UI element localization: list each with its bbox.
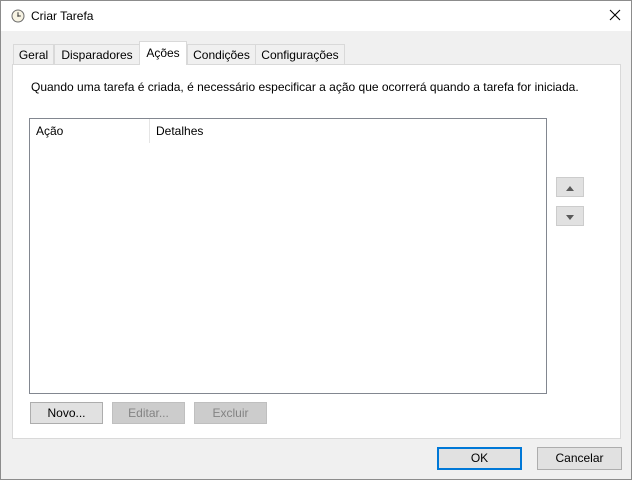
actions-description: Quando uma tarefa é criada, é necessário… <box>31 80 579 94</box>
edit-action-button[interactable]: Editar... <box>112 402 185 424</box>
close-icon <box>609 9 621 24</box>
arrow-up-icon <box>566 180 574 194</box>
tab-settings[interactable]: Configurações <box>255 44 345 64</box>
window-title: Criar Tarefa <box>31 9 94 23</box>
close-button[interactable] <box>599 1 631 31</box>
actions-tab-panel: Quando uma tarefa é criada, é necessário… <box>12 64 621 439</box>
title-bar[interactable]: Criar Tarefa <box>1 1 631 31</box>
column-header-action[interactable]: Ação <box>30 119 149 143</box>
delete-action-button[interactable]: Excluir <box>194 402 267 424</box>
ok-button[interactable]: OK <box>437 447 522 470</box>
move-up-button[interactable] <box>556 177 584 197</box>
tab-conditions[interactable]: Condições <box>187 44 256 64</box>
clock-icon <box>11 9 25 23</box>
actions-list[interactable]: Ação Detalhes <box>29 118 547 394</box>
cancel-button[interactable]: Cancelar <box>537 447 622 470</box>
task-dialog-window: Criar Tarefa Geral Disparadores Ações Co… <box>0 0 632 480</box>
tab-general[interactable]: Geral <box>13 44 54 64</box>
column-header-details[interactable]: Detalhes <box>150 119 350 143</box>
tab-actions[interactable]: Ações <box>139 41 187 65</box>
tab-triggers[interactable]: Disparadores <box>54 44 140 64</box>
new-action-button[interactable]: Novo... <box>30 402 103 424</box>
move-down-button[interactable] <box>556 206 584 226</box>
arrow-down-icon <box>566 209 574 223</box>
